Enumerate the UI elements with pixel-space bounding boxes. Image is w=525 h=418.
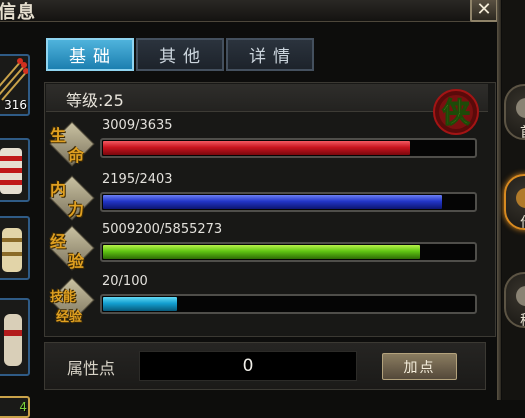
- side-menu-button[interactable]: 首: [504, 84, 525, 140]
- skill-exp-bar: [100, 294, 477, 314]
- experience-icon: 经 验: [46, 222, 98, 278]
- health-bar: [100, 138, 477, 158]
- skill-exp-icon: 技能 经验: [46, 274, 98, 330]
- skill-exp-row: 技能 经验 20/100: [46, 274, 486, 329]
- inventory-slot[interactable]: 4: [0, 396, 30, 418]
- icon-char: 经: [50, 232, 67, 251]
- icon-char: 技能: [50, 290, 77, 305]
- close-icon: ✕: [476, 0, 492, 20]
- mana-icon: 内 力: [46, 172, 98, 228]
- experience-row: 经 验 5009200/5855273: [46, 222, 486, 277]
- level-row: 等级:25: [46, 84, 488, 112]
- experience-bar-fill: [103, 245, 420, 259]
- side-menu-button[interactable]: 秘: [504, 272, 525, 328]
- health-icon: 生 命: [46, 118, 98, 174]
- icon-char: 力: [68, 200, 85, 219]
- tab-label: 基础: [69, 47, 117, 67]
- inventory-slot[interactable]: [0, 298, 30, 376]
- side-menu-label: 秘: [520, 310, 525, 326]
- attribute-points-number: 0: [242, 356, 254, 376]
- mana-value: 2195/2403: [102, 172, 173, 187]
- pouch-icon: [4, 314, 22, 366]
- attribute-points-label: 属性点: [67, 359, 116, 378]
- icon-char: 生: [50, 126, 67, 145]
- tab-details[interactable]: 详情: [226, 38, 314, 71]
- add-point-label: 加点: [403, 359, 436, 376]
- tab-other[interactable]: 其他: [136, 38, 224, 71]
- title-bar: 信息: [0, 0, 500, 23]
- red-bundle-icon: [0, 148, 22, 194]
- icon-char: 经验: [56, 310, 83, 325]
- tab-basic[interactable]: 基础: [46, 38, 134, 71]
- inventory-slot[interactable]: [0, 216, 30, 280]
- mana-row: 内 力 2195/2403: [46, 172, 486, 227]
- health-row: 生 命 3009/3635: [46, 118, 486, 173]
- icon-char: 命: [68, 146, 85, 165]
- health-value: 3009/3635: [102, 118, 173, 133]
- scroll-bundle-icon: [2, 228, 22, 272]
- experience-bar: [100, 242, 477, 262]
- attribute-points-row: 属性点 0 加点: [44, 342, 486, 390]
- side-menu-label: 作: [520, 212, 525, 228]
- inventory-slot[interactable]: 316: [0, 54, 30, 116]
- window-border: [497, 0, 501, 400]
- slot-count: 316: [4, 98, 27, 112]
- window-title: 信息: [0, 2, 36, 23]
- skill-exp-value: 20/100: [102, 274, 148, 289]
- tab-label: 其他: [159, 47, 207, 67]
- mana-bar: [100, 192, 477, 212]
- side-menu: 首 作 秘: [502, 0, 525, 400]
- experience-value: 5009200/5855273: [102, 222, 223, 237]
- side-menu-label: 首: [520, 122, 525, 138]
- inventory-strip: 316 4: [0, 40, 34, 418]
- slot-count: 4: [19, 400, 27, 414]
- icon-char: 验: [68, 252, 85, 271]
- icon-char: 内: [50, 180, 67, 199]
- health-bar-fill: [103, 141, 410, 155]
- side-menu-button[interactable]: 作: [504, 174, 525, 230]
- attribute-points-value: 0: [139, 351, 357, 381]
- tab-label: 详情: [249, 47, 297, 67]
- mana-bar-fill: [103, 195, 442, 209]
- level-label: 等级:25: [66, 91, 124, 110]
- add-point-button[interactable]: 加点: [382, 353, 457, 380]
- inventory-slot[interactable]: [0, 138, 30, 202]
- close-button[interactable]: ✕: [470, 0, 498, 22]
- skill-exp-bar-fill: [103, 297, 177, 311]
